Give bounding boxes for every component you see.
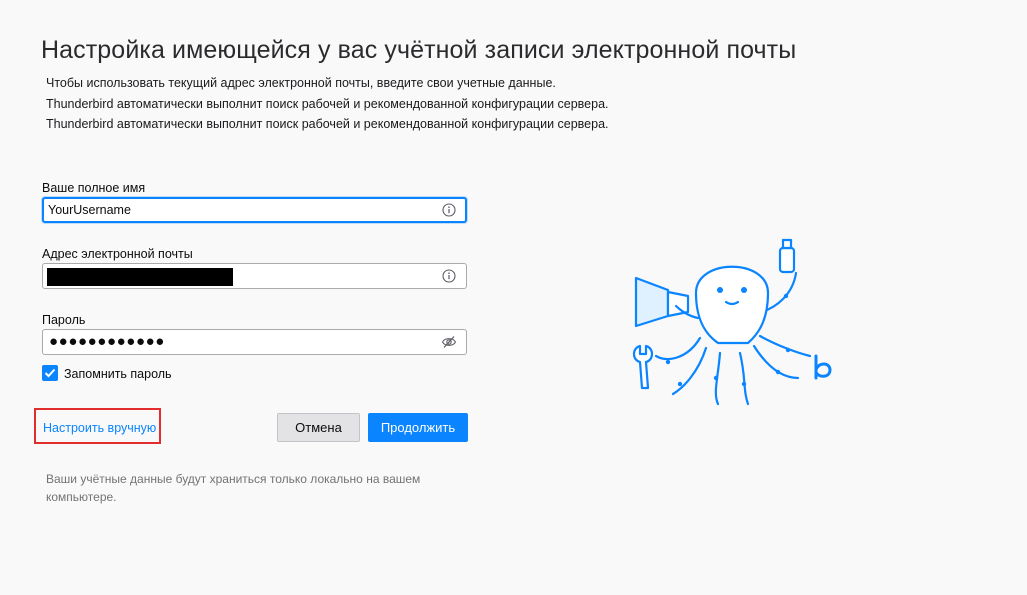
description-line-1: Чтобы использовать текущий адрес электро… — [46, 76, 556, 90]
continue-button[interactable]: Продолжить — [368, 413, 468, 442]
password-label: Пароль — [42, 313, 86, 327]
remember-password-checkbox[interactable] — [42, 365, 58, 381]
info-icon[interactable] — [442, 269, 456, 283]
password-value: ●●●●●●●●●●●● — [49, 333, 165, 350]
name-field[interactable]: YourUsername — [42, 197, 467, 223]
cancel-button[interactable]: Отмена — [277, 413, 360, 442]
redacted-email — [47, 268, 233, 286]
manual-config-link[interactable]: Настроить вручную — [43, 421, 156, 435]
octopus-mascot — [632, 238, 832, 406]
info-icon[interactable] — [442, 203, 456, 217]
email-field[interactable] — [42, 263, 467, 289]
name-value: YourUsername — [48, 203, 131, 217]
description-line-3: Thunderbird автоматически выполнит поиск… — [46, 117, 609, 131]
email-label: Адрес электронной почты — [42, 247, 193, 261]
eye-slash-icon[interactable] — [441, 335, 457, 349]
name-label: Ваше полное имя — [42, 181, 146, 195]
page-title: Настройка имеющейся у вас учётной записи… — [41, 36, 797, 64]
description-line-2: Thunderbird автоматически выполнит поиск… — [46, 97, 609, 111]
password-field[interactable]: ●●●●●●●●●●●● — [42, 329, 467, 355]
storage-note: Ваши учётные данные будут храниться толь… — [46, 472, 421, 504]
checkmark-icon — [44, 368, 56, 378]
remember-password-label[interactable]: Запомнить пароль — [64, 367, 172, 381]
